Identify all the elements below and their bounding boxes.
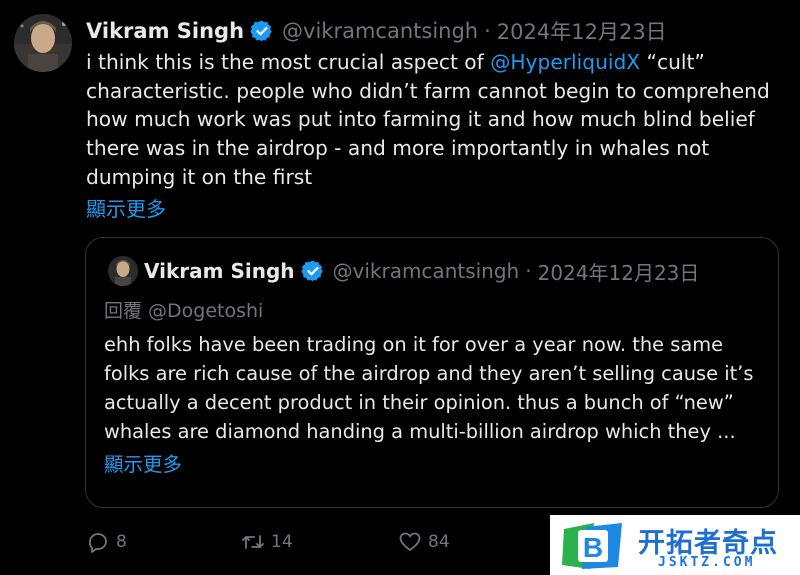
quote-author-handle[interactable]: @vikramcantsingh (333, 259, 520, 283)
retweet-count: 14 (271, 532, 293, 552)
reply-count: 8 (116, 532, 127, 552)
quote-header: Vikram Singh @vikramcantsingh · 2024年12月… (144, 255, 699, 287)
quote-reply-context: 回覆 @Dogetoshi (104, 300, 264, 322)
quote-text: ehh folks have been trading on it for ov… (104, 333, 754, 443)
author-avatar[interactable] (14, 14, 72, 72)
watermark: B 开拓者奇点 JSKTZ.COM (550, 515, 800, 575)
post-date[interactable]: 2024年12月23日 (497, 16, 667, 46)
quote-date[interactable]: 2024年12月23日 (538, 257, 700, 286)
verified-badge-icon (250, 19, 274, 43)
like-button[interactable]: 84 (398, 528, 450, 556)
like-count: 84 (428, 532, 450, 552)
reply-button[interactable]: 8 (86, 528, 127, 556)
quote-header-separator: · (525, 259, 532, 283)
tweet[interactable]: Vikram Singh @vikramcantsingh · 2024年12月… (0, 0, 800, 575)
post-text: i think this is the most crucial aspect … (86, 48, 786, 192)
watermark-logo-letter: B (583, 532, 603, 563)
quote-show-more-link[interactable]: 顯示更多 (104, 448, 182, 477)
quoted-tweet[interactable]: Vikram Singh @vikramcantsingh · 2024年12月… (85, 237, 779, 508)
show-more-link[interactable]: 顯示更多 (86, 193, 166, 222)
watermark-logo-icon: B (560, 521, 624, 571)
post-text-before-mention: i think this is the most crucial aspect … (86, 50, 491, 74)
post-header: Vikram Singh @vikramcantsingh · 2024年12月… (86, 14, 667, 48)
quote-author-avatar[interactable] (108, 256, 138, 286)
mention-link[interactable]: @HyperliquidX (490, 50, 640, 74)
heart-icon (399, 532, 421, 551)
retweet-button[interactable]: 14 (241, 528, 293, 556)
quote-author-name[interactable]: Vikram Singh (144, 259, 295, 283)
author-name[interactable]: Vikram Singh (86, 19, 244, 43)
quote-verified-badge-icon (300, 259, 325, 283)
watermark-subtitle: JSKTZ.COM (658, 555, 756, 570)
author-handle[interactable]: @vikramcantsingh (282, 19, 478, 43)
retweet-icon (242, 535, 264, 549)
header-separator: · (484, 19, 491, 43)
reply-icon (88, 533, 107, 553)
